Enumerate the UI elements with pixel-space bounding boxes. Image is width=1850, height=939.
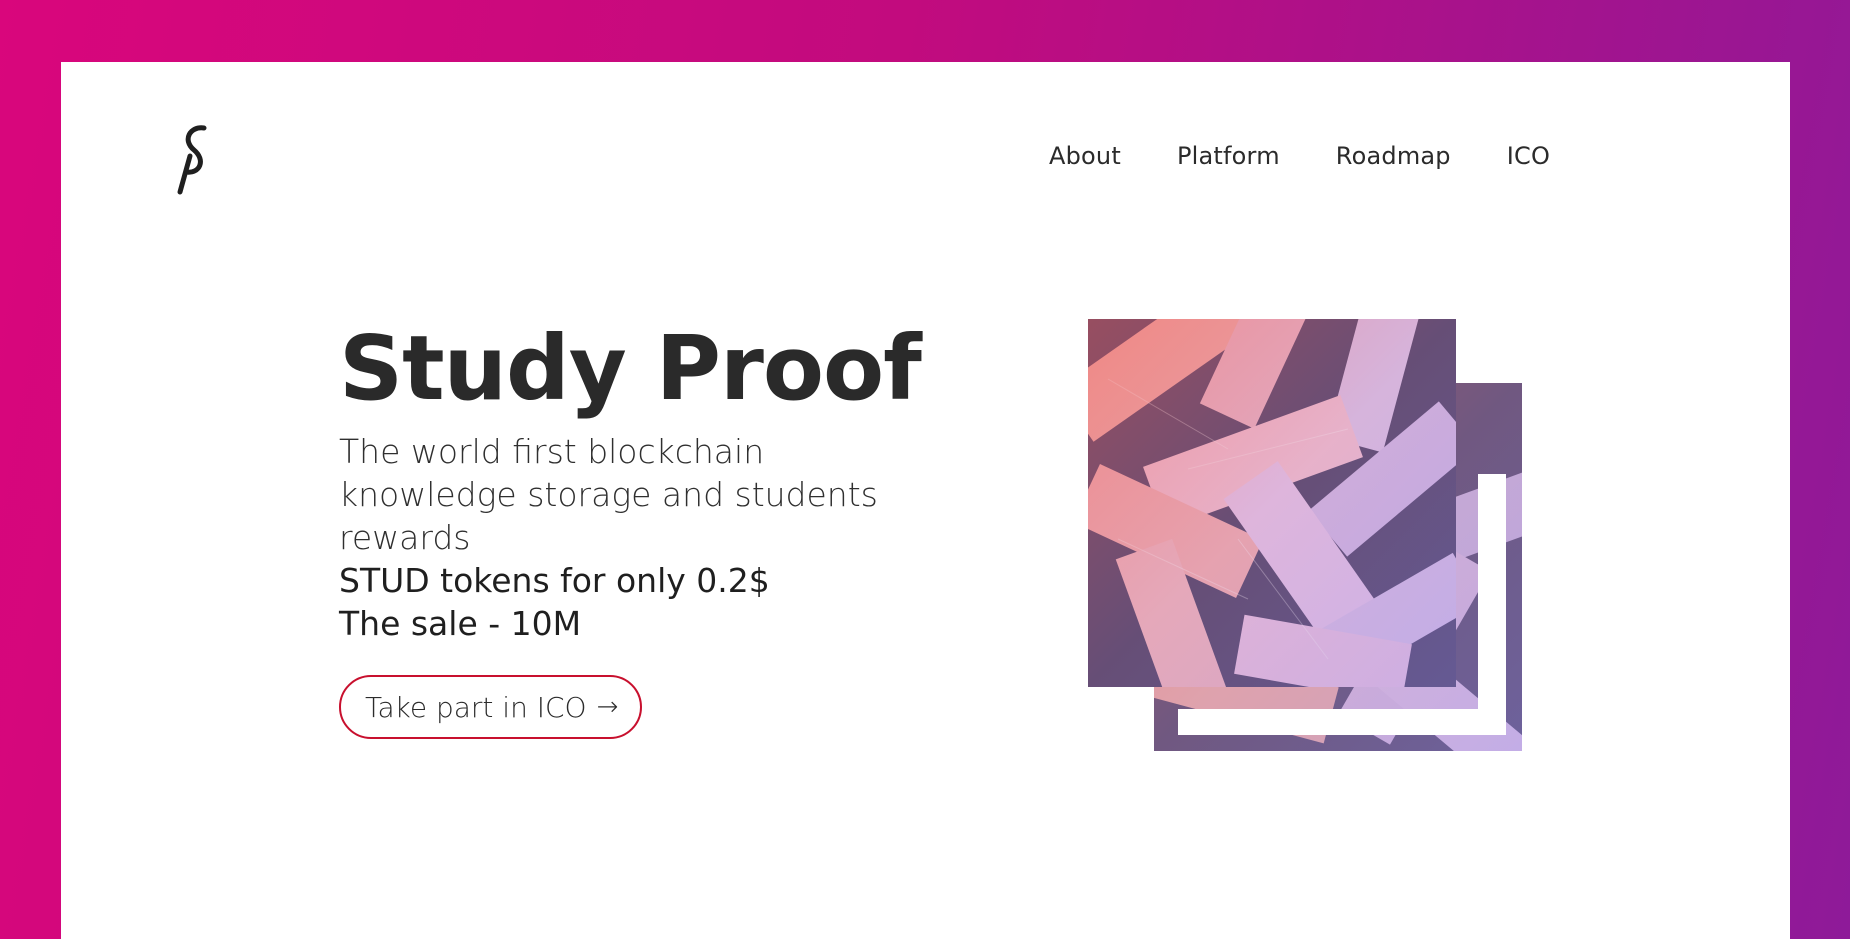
nav-item-ico[interactable]: ICO — [1507, 142, 1550, 170]
take-part-ico-button[interactable]: Take part in ICO → — [339, 675, 643, 739]
image-tint-overlay — [1088, 319, 1456, 687]
nav-item-platform[interactable]: Platform — [1177, 142, 1280, 170]
cta-label: Take part in ICO — [365, 690, 587, 724]
arrow-right-icon: → — [596, 692, 619, 722]
sale-amount-text: The sale - 10M — [339, 604, 582, 643]
page-title: Study Proof — [339, 316, 922, 420]
hero-section: Study Proof The world first blockchain k… — [339, 318, 959, 739]
hero-subtitle: The world first blockchain knowledge sto… — [339, 432, 878, 557]
studyproof-logo-icon[interactable] — [160, 122, 220, 202]
frame-accent-horizontal — [1178, 709, 1506, 735]
token-price-text: STUD tokens for only 0.2$ — [339, 561, 770, 600]
books-photo-icon — [1088, 319, 1528, 759]
main-nav: About Platform Roadmap ICO — [1049, 142, 1550, 170]
nav-item-roadmap[interactable]: Roadmap — [1336, 142, 1451, 170]
page-frame: About Platform Roadmap ICO Study Proof T… — [61, 62, 1790, 939]
books-photo-front-panel — [1088, 319, 1456, 687]
nav-item-about[interactable]: About — [1049, 142, 1121, 170]
frame-accent-vertical — [1478, 474, 1506, 735]
